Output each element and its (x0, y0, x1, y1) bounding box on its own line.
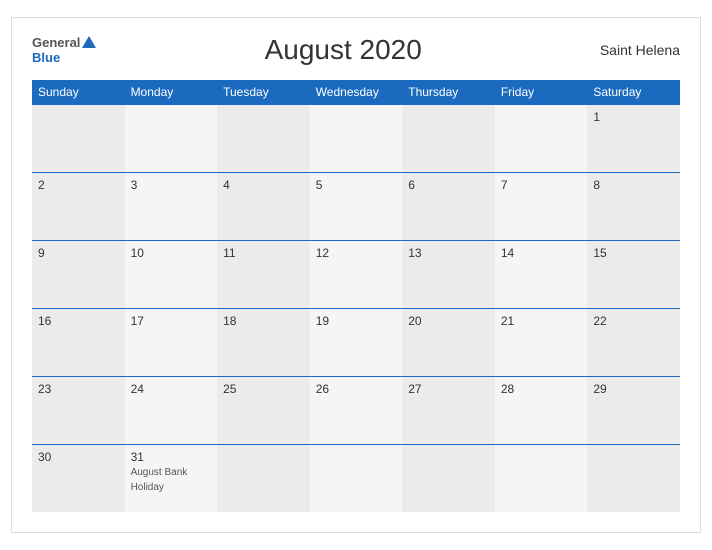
day-number: 2 (38, 178, 119, 192)
calendar-weekdays-header: SundayMondayTuesdayWednesdayThursdayFrid… (32, 80, 680, 105)
calendar-title: August 2020 (96, 34, 590, 66)
calendar-cell: 12 (310, 240, 403, 308)
calendar-week-row: 30 31 August Bank Holiday (32, 444, 680, 512)
calendar-location: Saint Helena (590, 42, 680, 58)
calendar-grid: SundayMondayTuesdayWednesdayThursdayFrid… (32, 80, 680, 513)
calendar-cell: 20 (402, 308, 495, 376)
calendar-week-row: 9 10 11 12 13 14 15 (32, 240, 680, 308)
calendar-cell: 2 (32, 172, 125, 240)
day-number: 26 (316, 382, 397, 396)
day-number: 14 (501, 246, 582, 260)
calendar-container: General Blue August 2020 Saint Helena Su… (11, 17, 701, 534)
day-number: 10 (131, 246, 212, 260)
logo-general-text: General (32, 35, 80, 50)
logo: General Blue (32, 35, 96, 65)
logo-blue-text: Blue (32, 50, 96, 65)
day-number: 31 (131, 450, 212, 464)
day-number: 30 (38, 450, 119, 464)
weekday-header-tuesday: Tuesday (217, 80, 310, 105)
calendar-cell (125, 104, 218, 172)
day-number: 15 (593, 246, 674, 260)
calendar-cell (587, 444, 680, 512)
day-number: 20 (408, 314, 489, 328)
calendar-cell: 18 (217, 308, 310, 376)
logo-triangle-icon (82, 36, 96, 48)
calendar-cell: 4 (217, 172, 310, 240)
logo-text: General Blue (32, 35, 96, 65)
weekday-header-sunday: Sunday (32, 80, 125, 105)
calendar-cell (32, 104, 125, 172)
calendar-week-row: 1 (32, 104, 680, 172)
calendar-cell: 9 (32, 240, 125, 308)
day-number: 23 (38, 382, 119, 396)
calendar-cell: 29 (587, 376, 680, 444)
calendar-cell: 23 (32, 376, 125, 444)
day-number: 24 (131, 382, 212, 396)
day-number: 12 (316, 246, 397, 260)
calendar-cell: 10 (125, 240, 218, 308)
day-number: 22 (593, 314, 674, 328)
calendar-cell: 7 (495, 172, 588, 240)
calendar-cell: 16 (32, 308, 125, 376)
calendar-cell (310, 444, 403, 512)
calendar-week-row: 23 24 25 26 27 28 29 (32, 376, 680, 444)
calendar-header: General Blue August 2020 Saint Helena (32, 34, 680, 66)
day-number: 13 (408, 246, 489, 260)
calendar-cell: 5 (310, 172, 403, 240)
weekday-header-wednesday: Wednesday (310, 80, 403, 105)
calendar-cell: 31 August Bank Holiday (125, 444, 218, 512)
day-number: 29 (593, 382, 674, 396)
calendar-body: 1234567891011121314151617181920212223242… (32, 104, 680, 512)
calendar-cell: 13 (402, 240, 495, 308)
calendar-cell: 15 (587, 240, 680, 308)
calendar-cell: 19 (310, 308, 403, 376)
weekday-header-thursday: Thursday (402, 80, 495, 105)
day-number: 25 (223, 382, 304, 396)
calendar-cell: 27 (402, 376, 495, 444)
day-number: 27 (408, 382, 489, 396)
calendar-cell (217, 104, 310, 172)
calendar-cell: 17 (125, 308, 218, 376)
calendar-cell (217, 444, 310, 512)
day-number: 16 (38, 314, 119, 328)
day-number: 9 (38, 246, 119, 260)
weekday-header-monday: Monday (125, 80, 218, 105)
day-number: 18 (223, 314, 304, 328)
holiday-label: August Bank Holiday (131, 467, 188, 493)
calendar-cell: 24 (125, 376, 218, 444)
calendar-cell: 1 (587, 104, 680, 172)
calendar-cell (310, 104, 403, 172)
calendar-cell (495, 104, 588, 172)
calendar-cell: 11 (217, 240, 310, 308)
calendar-cell: 28 (495, 376, 588, 444)
calendar-cell: 22 (587, 308, 680, 376)
calendar-cell: 14 (495, 240, 588, 308)
day-number: 11 (223, 246, 304, 260)
day-number: 7 (501, 178, 582, 192)
day-number: 17 (131, 314, 212, 328)
calendar-cell: 26 (310, 376, 403, 444)
calendar-cell (402, 104, 495, 172)
day-number: 4 (223, 178, 304, 192)
weekday-header-saturday: Saturday (587, 80, 680, 105)
day-number: 5 (316, 178, 397, 192)
day-number: 21 (501, 314, 582, 328)
calendar-cell (495, 444, 588, 512)
day-number: 28 (501, 382, 582, 396)
calendar-cell: 21 (495, 308, 588, 376)
calendar-cell: 30 (32, 444, 125, 512)
day-number: 6 (408, 178, 489, 192)
day-number: 3 (131, 178, 212, 192)
calendar-cell: 25 (217, 376, 310, 444)
day-number: 8 (593, 178, 674, 192)
calendar-week-row: 16 17 18 19 20 21 22 (32, 308, 680, 376)
calendar-cell: 6 (402, 172, 495, 240)
calendar-week-row: 2345678 (32, 172, 680, 240)
calendar-cell (402, 444, 495, 512)
calendar-cell: 8 (587, 172, 680, 240)
weekday-header-friday: Friday (495, 80, 588, 105)
day-number: 1 (593, 110, 674, 124)
calendar-cell: 3 (125, 172, 218, 240)
day-number: 19 (316, 314, 397, 328)
